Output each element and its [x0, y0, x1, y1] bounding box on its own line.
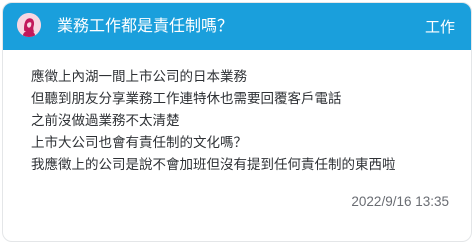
- excerpt-line: 應徵上內湖一間上市公司的日本業務: [31, 69, 247, 85]
- excerpt-line: 上市大公司也會有責任制的文化嗎？: [31, 135, 247, 151]
- female-avatar-icon: [17, 13, 41, 37]
- excerpt-line: 我應徵上的公司是說不會加班但沒有提到任何責任制的東西啦: [31, 157, 396, 173]
- post-preview-card[interactable]: 業務工作都是責任制嗎？ 工作 應徵上內湖一間上市公司的日本業務 但聽到朋友分享業…: [2, 2, 472, 242]
- post-timestamp: 2022/9/16 13:35: [351, 194, 449, 209]
- board-label[interactable]: 工作: [425, 17, 455, 37]
- excerpt-line: 但聽到朋友分享業務工作連特休也需要回覆客戶電話: [31, 91, 342, 107]
- post-header: 業務工作都是責任制嗎？ 工作: [3, 3, 471, 50]
- post-excerpt: 應徵上內湖一間上市公司的日本業務 但聽到朋友分享業務工作連特休也需要回覆客戶電話…: [31, 66, 451, 176]
- post-title[interactable]: 業務工作都是責任制嗎？: [57, 15, 233, 37]
- excerpt-line: 之前沒做過業務不太清楚: [31, 113, 180, 129]
